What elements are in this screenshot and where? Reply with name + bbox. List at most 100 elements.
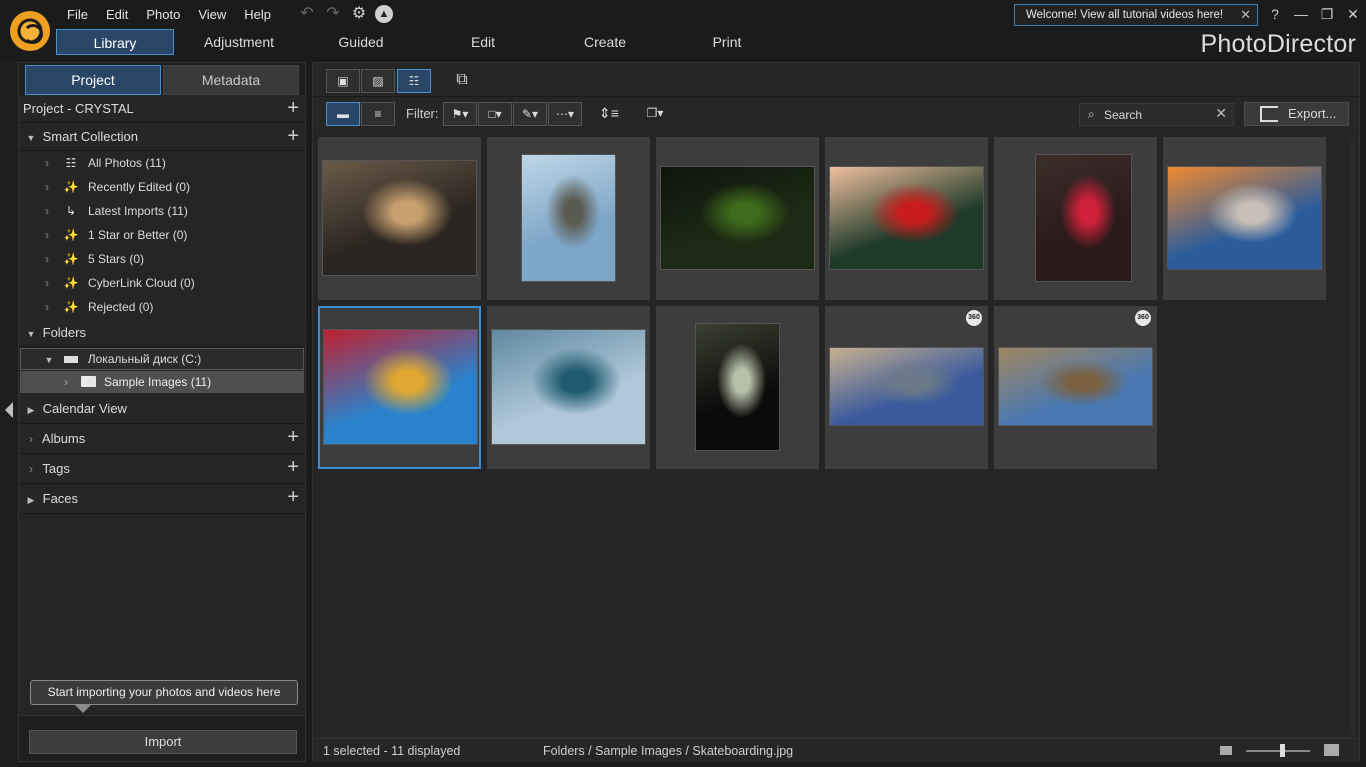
albums-header[interactable]: › Albums + [19, 424, 305, 454]
photo-thumbnail[interactable] [1035, 154, 1132, 282]
thumbnail-view-icon[interactable]: ▬ [326, 102, 360, 126]
undo-icon[interactable]: ↶ [297, 4, 317, 24]
chevron-right-icon[interactable]: › [45, 295, 49, 319]
help-icon[interactable]: ? [1262, 2, 1288, 26]
menu-edit[interactable]: Edit [97, 5, 137, 24]
list-view-icon[interactable]: ≡ [361, 102, 395, 126]
photo-tile-panorama-plaza[interactable]: 360 [825, 306, 988, 469]
menu-view[interactable]: View [189, 5, 235, 24]
tab-print[interactable]: Print [666, 29, 788, 55]
chevron-right-icon[interactable]: › [45, 247, 49, 271]
tab-adjustment[interactable]: Adjustment [178, 29, 300, 55]
smart-item-latest-imports[interactable]: › ↳ Latest Imports (11) [19, 199, 305, 223]
sort-icon[interactable]: ⇕≡ [592, 102, 626, 126]
photo-tile-basketball-dunk[interactable] [318, 137, 481, 300]
smart-item-cyberlink-cloud[interactable]: › ✨ CyberLink Cloud (0) [19, 271, 305, 295]
photo-thumbnail[interactable] [660, 166, 815, 270]
photo-thumbnail[interactable] [829, 347, 984, 426]
close-icon[interactable]: ✕ [1240, 5, 1251, 25]
flag-filter-icon[interactable]: ⚑▾ [443, 102, 477, 126]
tab-project[interactable]: Project [25, 65, 161, 95]
expand-triangle-icon[interactable] [23, 124, 39, 152]
view-compare-icon[interactable]: ▨ [361, 69, 395, 93]
view-single-icon[interactable]: ▣ [326, 69, 360, 93]
add-face-icon[interactable]: + [287, 484, 299, 510]
chevron-right-icon[interactable]: › [64, 371, 68, 393]
tab-edit[interactable]: Edit [422, 29, 544, 55]
menu-file[interactable]: File [58, 5, 97, 24]
chevron-right-icon[interactable]: › [45, 223, 49, 247]
close-window-icon[interactable]: ✕ [1340, 2, 1366, 26]
second-display-icon[interactable]: ⧉ [445, 69, 479, 93]
smart-collection-header[interactable]: Smart Collection + [19, 123, 305, 151]
add-smart-collection-icon[interactable]: + [287, 123, 299, 149]
edited-filter-icon[interactable]: ✎▾ [513, 102, 547, 126]
redo-icon[interactable]: ↷ [323, 4, 343, 24]
vertical-scrollbar[interactable] [1349, 139, 1355, 735]
expand-triangle-icon[interactable] [23, 395, 39, 425]
expand-triangle-icon[interactable] [23, 485, 39, 515]
chevron-right-icon[interactable]: › [45, 271, 49, 295]
menu-photo[interactable]: Photo [137, 5, 189, 24]
welcome-tutorial-banner[interactable]: Welcome! View all tutorial videos here! … [1014, 4, 1258, 26]
search-input[interactable] [1104, 106, 1214, 123]
photo-thumbnail[interactable] [322, 160, 477, 276]
search-box[interactable]: ⌕ ✕ [1079, 103, 1234, 126]
tab-create[interactable]: Create [544, 29, 666, 55]
smart-item-recently-edited[interactable]: › ✨ Recently Edited (0) [19, 175, 305, 199]
photo-tile-window-light[interactable] [656, 306, 819, 469]
export-button[interactable]: Export... [1244, 102, 1349, 126]
smart-item-1-star[interactable]: › ✨ 1 Star or Better (0) [19, 223, 305, 247]
photo-thumbnail[interactable] [1167, 166, 1322, 270]
slider-handle[interactable] [1280, 744, 1285, 757]
chevron-right-icon[interactable]: › [23, 424, 39, 454]
tab-library[interactable]: Library [56, 29, 174, 55]
tab-guided[interactable]: Guided [300, 29, 422, 55]
faces-header[interactable]: Faces + [19, 484, 305, 514]
smart-item-all-photos[interactable]: › ☷ All Photos (11) [19, 151, 305, 175]
left-panel-collapse-strip[interactable] [0, 62, 18, 767]
settings-gear-icon[interactable]: ⚙ [349, 4, 369, 24]
folders-header[interactable]: Folders [19, 319, 305, 347]
color-label-filter-icon[interactable]: □▾ [478, 102, 512, 126]
thumbnail-size-slider[interactable] [1218, 744, 1348, 758]
calendar-view-header[interactable]: Calendar View [19, 394, 305, 424]
add-project-icon[interactable]: + [287, 95, 299, 121]
minimize-icon[interactable]: — [1288, 2, 1314, 26]
small-thumbnail-icon[interactable] [1220, 746, 1232, 755]
photo-thumbnail[interactable] [829, 166, 984, 270]
add-album-icon[interactable]: + [287, 424, 299, 450]
photo-tile-neon-storefront[interactable] [994, 137, 1157, 300]
tab-metadata[interactable]: Metadata [163, 65, 299, 95]
large-thumbnail-icon[interactable] [1324, 744, 1339, 756]
import-button[interactable]: Import [29, 730, 297, 754]
stack-icon[interactable]: ❐▾ [638, 102, 672, 126]
rating-filter-icon[interactable]: ⋯▾ [548, 102, 582, 126]
collapse-arrow-icon[interactable] [5, 402, 13, 418]
photo-tile-rocket-launch[interactable] [1163, 137, 1326, 300]
clear-search-icon[interactable]: ✕ [1215, 105, 1227, 122]
photo-thumbnail[interactable] [323, 329, 478, 445]
folder-sample-images[interactable]: › Sample Images (11) [20, 371, 304, 393]
photo-thumbnail[interactable] [521, 154, 616, 282]
chevron-right-icon[interactable]: › [23, 454, 39, 484]
slider-track[interactable] [1246, 750, 1310, 752]
menu-help[interactable]: Help [235, 5, 280, 24]
smart-item-5-stars[interactable]: › ✨ 5 Stars (0) [19, 247, 305, 271]
photo-tile-ocean-wave[interactable] [487, 306, 650, 469]
photo-tile-forest[interactable] [656, 137, 819, 300]
photo-tile-red-maple-leaf[interactable] [825, 137, 988, 300]
photo-thumbnail[interactable] [491, 329, 646, 445]
folder-drive-c[interactable]: Локальный диск (C:) [20, 348, 304, 370]
photo-thumbnail[interactable] [998, 347, 1153, 426]
chevron-right-icon[interactable]: › [45, 199, 49, 223]
smart-item-rejected[interactable]: › ✨ Rejected (0) [19, 295, 305, 319]
restore-icon[interactable]: ❐ [1314, 2, 1340, 26]
photo-thumbnail[interactable] [695, 323, 780, 451]
view-grid-icon[interactable]: ☷ [397, 69, 431, 93]
chevron-right-icon[interactable]: › [45, 175, 49, 199]
tags-header[interactable]: › Tags + [19, 454, 305, 484]
chevron-right-icon[interactable]: › [45, 151, 49, 175]
expand-triangle-icon[interactable] [41, 350, 57, 370]
photo-tile-skateboarder[interactable] [318, 306, 481, 469]
